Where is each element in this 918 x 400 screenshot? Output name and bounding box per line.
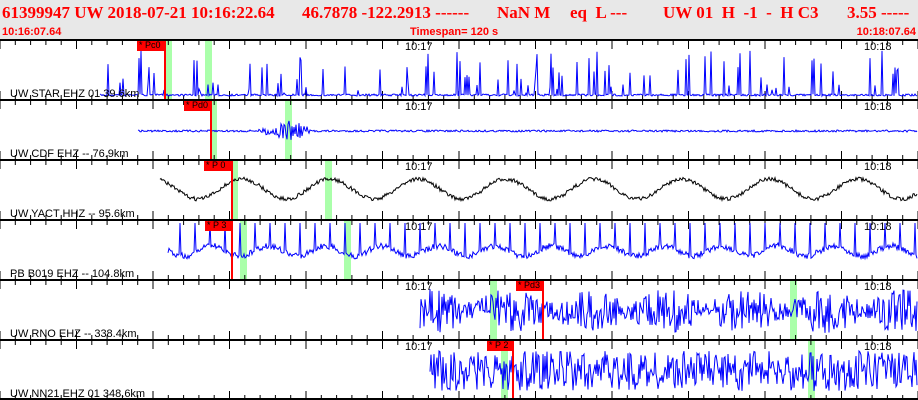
time-mark-label: 10:17 [405,281,433,293]
time-mark-label: 10:18 [864,221,892,233]
event-type: eq L --- [570,3,628,22]
event-magnitude: NaN M [497,3,551,22]
time-window [165,41,172,99]
seismogram-panel[interactable]: 10:17 10:18 * P 2 UW NN21 EHZ 01 348.6km [0,339,918,399]
pick-flag[interactable]: * Pc0 [137,41,166,51]
seismogram-panel[interactable]: 10:17 10:18 * P 3 PB B019 EHZ -- 104.8km [0,219,918,279]
time-mark-label: 10:17 [405,101,433,113]
channel-label: UW CDF EHZ -- 76.9km [10,148,129,159]
event-info: 61399947 UW 2018-07-21 10:16:22.64 [2,3,275,22]
pick-flag[interactable]: * P 3 [205,221,233,231]
time-mark-label: 10:17 [405,341,433,353]
time-mark-label: 10:18 [864,341,892,353]
seismogram-panel[interactable]: 10:17 10:18 * P 0 UW YACT HHZ -- 95.6km [0,159,918,219]
time-window [285,101,292,159]
event-source: UW 01 H -1 - H C3 [663,3,819,22]
channel-label: PB B019 EHZ -- 104.8km [10,268,135,279]
time-mark-label: 10:18 [864,101,892,113]
pick-flag[interactable]: * P 0 [204,161,233,171]
time-mark-label: 10:17 [405,221,433,233]
waveform-trace [137,120,918,140]
channel-label: UW STAR EHZ 01 39.6km [10,88,140,99]
end-time: 10:18:07.64 [856,26,916,38]
time-mark-label: 10:17 [405,161,433,173]
start-time: 10:16:07.64 [2,26,62,38]
seismogram-panel[interactable]: 10:17 10:18 * Pc0 UW STAR EHZ 01 39.6km [0,39,918,99]
waveform-trace [99,50,918,98]
channel-label: UW RNO EHZ -- 338.4km [10,328,137,339]
time-mark-label: 10:18 [864,161,892,173]
time-window [325,161,332,219]
waveform-trace [167,222,918,261]
time-mark-label: 10:18 [864,41,892,53]
time-mark-label: 10:18 [864,281,892,293]
time-mark-label: 10:17 [405,41,433,53]
waveform-plot [0,281,918,339]
seismogram-panel[interactable]: 10:17 10:18 * Pd3 UW RNO EHZ -- 338.4km [0,279,918,339]
waveform-trace [159,176,918,203]
waveform-plot [0,101,918,159]
pick-flag[interactable]: * Pd3 [516,281,544,291]
channel-label: UW YACT HHZ -- 95.6km [10,208,135,219]
event-header: 61399947 UW 2018-07-21 10:16:22.64 46.78… [0,0,918,39]
event-location: 46.7878 -122.2913 ------ [302,3,470,22]
pick-flag[interactable]: * Pd0 [184,101,212,111]
timespan: Timespan= 120 s [410,26,499,38]
waveform-plot [0,221,918,279]
pick-flag[interactable]: * P 2 [487,341,514,351]
seismogram-panel[interactable]: 10:17 10:18 * Pd0 UW CDF EHZ -- 76.9km [0,99,918,159]
event-value: 3.55 ----- [847,3,910,22]
waveform-plot [0,161,918,219]
